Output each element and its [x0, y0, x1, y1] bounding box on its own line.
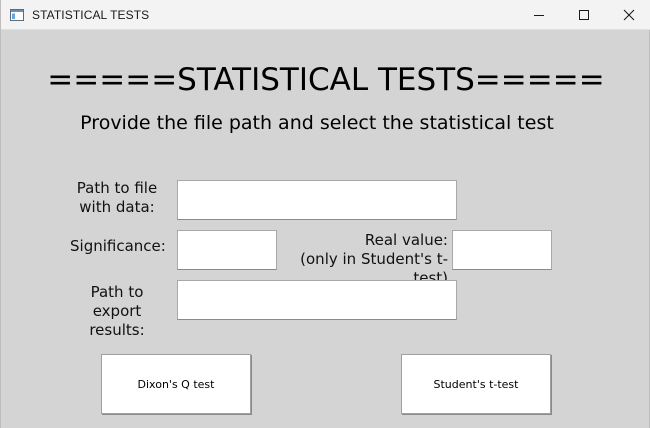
export-path-label-line2: export results: [89, 302, 145, 339]
minimize-icon [533, 9, 545, 21]
real-value-label-line1: Real value: [364, 231, 448, 249]
export-path-label-line1: Path to [90, 283, 144, 301]
significance-label: Significance: [70, 237, 166, 255]
page-title: =====STATISTICAL TESTS===== [47, 62, 605, 98]
real-value-input[interactable] [452, 230, 552, 270]
data-path-input[interactable] [177, 180, 457, 220]
dixon-q-test-button[interactable]: Dixon's Q test [101, 354, 251, 414]
window-title: STATISTICAL TESTS [32, 8, 150, 22]
app-window-icon [10, 8, 24, 21]
maximize-icon [578, 9, 590, 21]
significance-input[interactable] [177, 230, 277, 270]
app-window: STATISTICAL TESTS =====STATISTICAL TESTS… [0, 0, 650, 428]
title-bar[interactable]: STATISTICAL TESTS [1, 0, 650, 30]
maximize-button[interactable] [561, 0, 607, 30]
data-path-label-line2: with data: [79, 198, 155, 216]
student-t-test-button[interactable]: Student's t-test [401, 354, 551, 414]
close-button[interactable] [606, 0, 650, 30]
minimize-button[interactable] [516, 0, 562, 30]
data-path-label: Path to file with data: [71, 179, 163, 217]
page-subtitle: Provide the file path and select the sta… [80, 112, 554, 134]
data-path-label-line1: Path to file [76, 179, 158, 197]
export-path-input[interactable] [177, 280, 457, 320]
export-path-label: Path to export results: [65, 283, 169, 340]
close-icon [623, 9, 635, 21]
